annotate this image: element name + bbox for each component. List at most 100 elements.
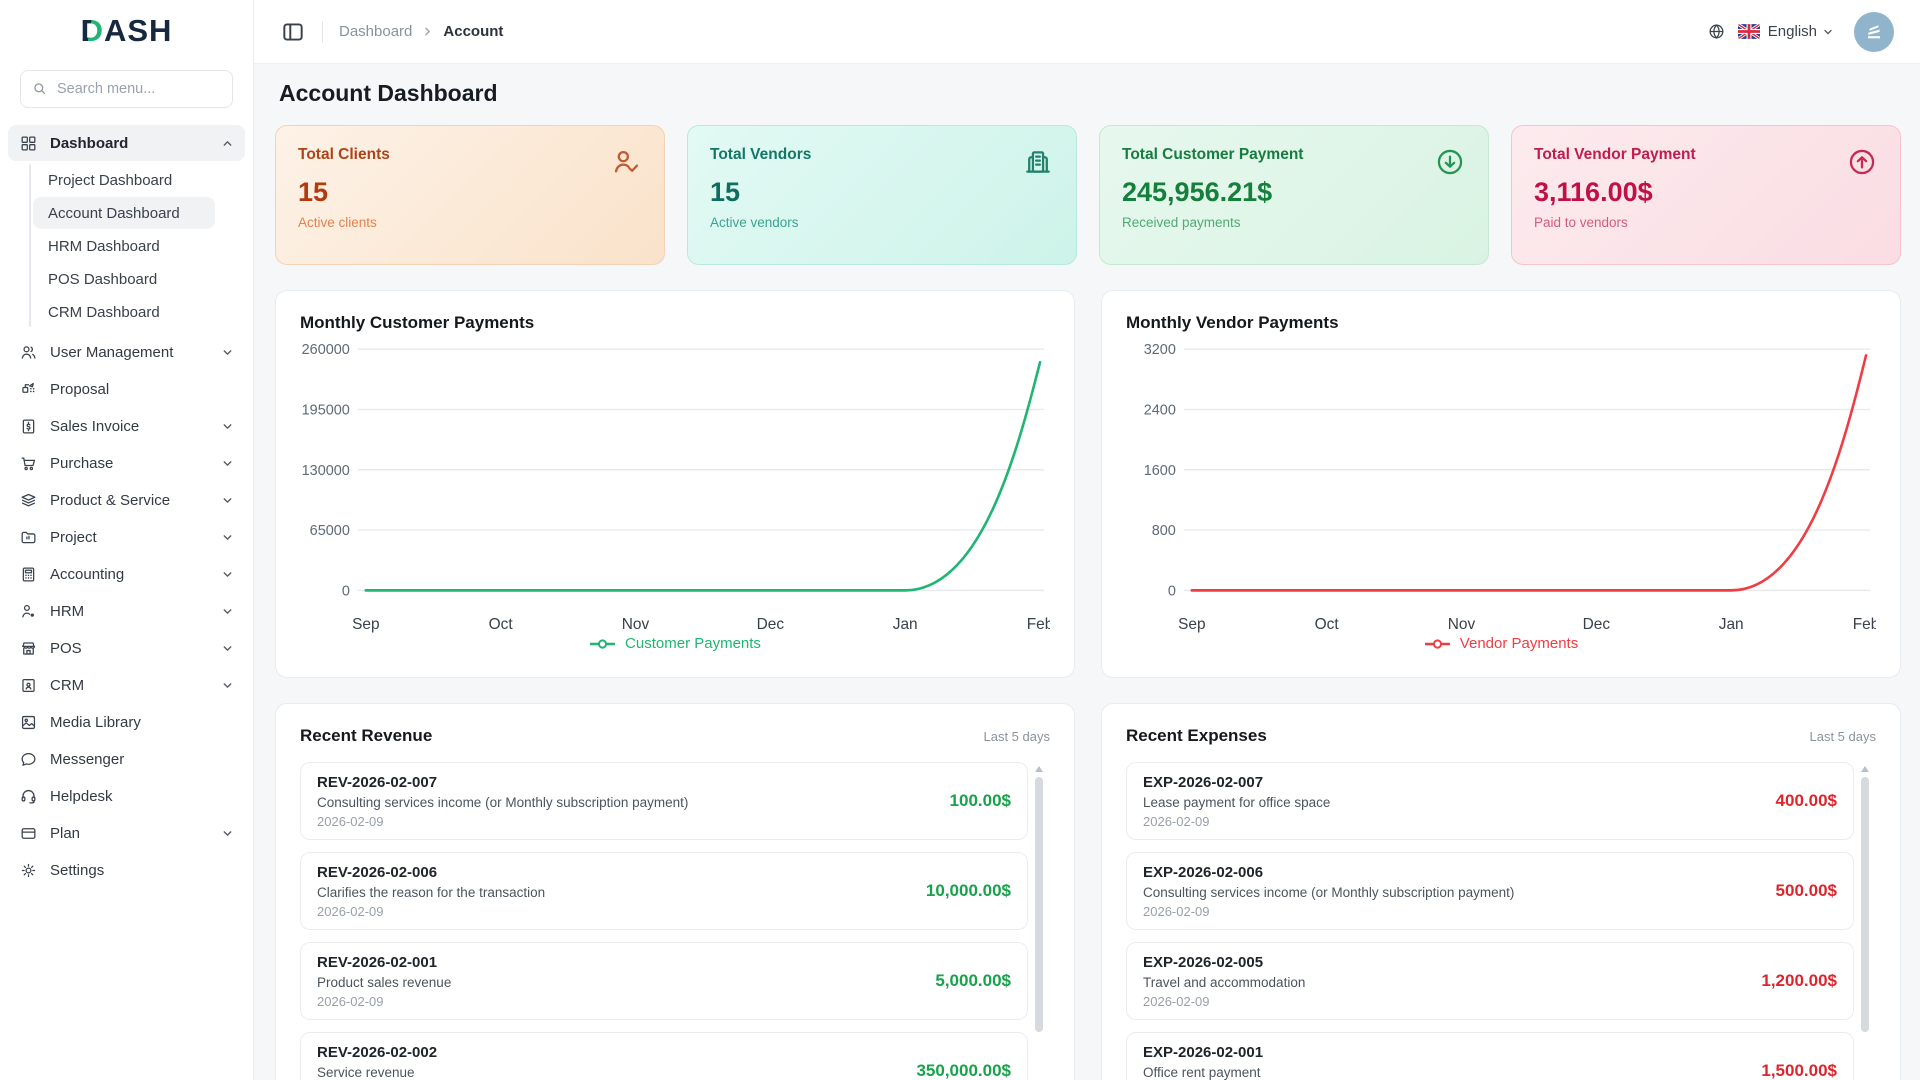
y-axis-tick: 130000 (302, 463, 350, 479)
store-icon (19, 639, 38, 658)
scroll-up-arrow[interactable] (1861, 766, 1869, 772)
sidebar-item-crm-dashboard[interactable]: CRM Dashboard (33, 296, 215, 328)
headset-icon (19, 787, 38, 806)
list-header: Recent RevenueLast 5 days (300, 726, 1050, 746)
sidebar-item-purchase[interactable]: Purchase (8, 445, 245, 481)
list-item-rev-2026-02-002[interactable]: REV-2026-02-002Service revenue2026-02-09… (300, 1032, 1028, 1080)
sidebar-item-label: Product & Service (50, 492, 170, 509)
list-item-code: REV-2026-02-002 (317, 1044, 902, 1061)
list-item-amount: 400.00$ (1776, 791, 1837, 811)
list-item-exp-2026-02-006[interactable]: EXP-2026-02-006Consulting services incom… (1126, 852, 1854, 930)
x-axis-label: Jan (1719, 616, 1744, 633)
stat-subtitle: Received payments (1122, 215, 1466, 230)
sidebar-item-user-management[interactable]: User Management (8, 334, 245, 370)
sidebar-item-project[interactable]: Project (8, 519, 245, 555)
chevron-down-icon (221, 494, 234, 507)
legend-item-vendor-payments[interactable]: Vendor Payments (1126, 635, 1876, 652)
sidebar-item-media-library[interactable]: Media Library (8, 704, 245, 740)
sidebar: DASH DashboardProject DashboardAccount D… (0, 0, 254, 1080)
sidebar-item-label: Project (50, 529, 97, 546)
arrow-down-circle-icon (1434, 146, 1466, 178)
legend-item-customer-payments[interactable]: Customer Payments (300, 635, 1050, 652)
x-axis-label: Oct (1315, 616, 1340, 633)
list-item-rev-2026-02-006[interactable]: REV-2026-02-006Clarifies the reason for … (300, 852, 1028, 930)
lists-grid: Recent RevenueLast 5 days REV-2026-02-007… (275, 703, 1901, 1080)
sidebar-item-account-dashboard[interactable]: Account Dashboard (33, 197, 215, 229)
list-period: Last 5 days (1810, 729, 1877, 744)
list-card-recent-expenses: Recent ExpensesLast 5 daysEXP-2026-02-00… (1101, 703, 1901, 1080)
topbar-divider (322, 21, 323, 43)
list-item-text: REV-2026-02-007Consulting services incom… (317, 774, 936, 829)
sidebar-submenu: Project DashboardAccount DashboardHRM Da… (0, 162, 253, 333)
sidebar-item-crm[interactable]: CRM (8, 667, 245, 703)
sidebar-item-messenger[interactable]: Messenger (8, 741, 245, 777)
sidebar-item-product-service[interactable]: Product & Service (8, 482, 245, 518)
sidebar-item-label: Proposal (50, 381, 109, 398)
sidebar-item-proposal[interactable]: Proposal (8, 371, 245, 407)
topbar-right: English (1707, 12, 1894, 52)
breadcrumb-dashboard[interactable]: Dashboard (339, 23, 412, 40)
sidebar-item-plan[interactable]: Plan (8, 815, 245, 851)
list-item-exp-2026-02-001[interactable]: EXP-2026-02-001Office rent payment2026-0… (1126, 1032, 1854, 1080)
sidebar-toggle-button[interactable] (280, 19, 306, 45)
stat-value: 15 (710, 177, 1054, 208)
list-item-text: REV-2026-02-001Product sales revenue2026… (317, 954, 921, 1009)
sidebar-item-settings[interactable]: Settings (8, 852, 245, 888)
sidebar-item-hrm[interactable]: HRM (8, 593, 245, 629)
sidebar-item-label: HRM (50, 603, 84, 620)
sidebar-item-project-dashboard[interactable]: Project Dashboard (33, 164, 215, 196)
scrollbar[interactable] (1034, 766, 1044, 1080)
invoice-icon (19, 417, 38, 436)
list-item-exp-2026-02-007[interactable]: EXP-2026-02-007Lease payment for office … (1126, 762, 1854, 840)
sidebar-subitem-label: CRM Dashboard (48, 304, 160, 321)
cart-icon (19, 454, 38, 473)
user-avatar[interactable] (1854, 12, 1894, 52)
sidebar-item-pos-dashboard[interactable]: POS Dashboard (33, 263, 215, 295)
sidebar-item-sales-invoice[interactable]: Sales Invoice (8, 408, 245, 444)
sidebar-item-hrm-dashboard[interactable]: HRM Dashboard (33, 230, 215, 262)
globe-icon[interactable] (1707, 22, 1726, 41)
list-item-description: Product sales revenue (317, 975, 921, 990)
stats-grid: Total Clients15Active clientsTotal Vendo… (275, 125, 1901, 265)
building-icon (1022, 146, 1054, 178)
y-axis-tick: 260000 (302, 342, 350, 358)
sidebar-item-helpdesk[interactable]: Helpdesk (8, 778, 245, 814)
sidebar-item-label: User Management (50, 344, 173, 361)
scroll-up-arrow[interactable] (1035, 766, 1043, 772)
sidebar-item-label: Plan (50, 825, 80, 842)
series-line (366, 362, 1040, 590)
list-item-rev-2026-02-007[interactable]: REV-2026-02-007Consulting services incom… (300, 762, 1028, 840)
sidebar-item-label: Accounting (50, 566, 124, 583)
sidebar-item-pos[interactable]: POS (8, 630, 245, 666)
list-item-exp-2026-02-005[interactable]: EXP-2026-02-005Travel and accommodation2… (1126, 942, 1854, 1020)
users-icon (19, 343, 38, 362)
language-selector[interactable]: English (1768, 23, 1817, 40)
scroll-thumb[interactable] (1861, 777, 1869, 1032)
list-item-rev-2026-02-001[interactable]: REV-2026-02-001Product sales revenue2026… (300, 942, 1028, 1020)
chevron-down-icon (221, 346, 234, 359)
list-item-description: Consulting services income (or Monthly s… (317, 795, 936, 810)
sidebar-item-label: CRM (50, 677, 84, 694)
chevron-down-icon[interactable] (1822, 26, 1834, 38)
sidebar-item-accounting[interactable]: Accounting (8, 556, 245, 592)
chevron-up-icon (221, 137, 234, 150)
uk-flag-icon[interactable] (1738, 24, 1760, 39)
list-item-amount: 10,000.00$ (926, 881, 1011, 901)
chart-card-monthly-vendor-payments: Monthly Vendor Payments0800160024003200S… (1101, 290, 1901, 678)
proposal-icon (19, 380, 38, 399)
list-item-text: EXP-2026-02-007Lease payment for office … (1143, 774, 1762, 829)
chevron-down-icon (221, 420, 234, 433)
person-badge-icon (19, 602, 38, 621)
stat-title: Total Customer Payment (1122, 146, 1466, 164)
stat-value: 15 (298, 177, 642, 208)
scroll-thumb[interactable] (1035, 777, 1043, 1032)
scrollbar[interactable] (1860, 766, 1870, 1080)
list-item-date: 2026-02-09 (317, 994, 921, 1009)
logo-letter-d: D (81, 13, 104, 49)
user-check-icon (610, 146, 642, 178)
search-input[interactable] (20, 70, 233, 108)
legend-label: Vendor Payments (1460, 635, 1578, 652)
x-axis-label: Jan (893, 616, 918, 633)
sidebar-item-dashboard[interactable]: Dashboard (8, 125, 245, 161)
stat-card-total-clients: Total Clients15Active clients (275, 125, 665, 265)
